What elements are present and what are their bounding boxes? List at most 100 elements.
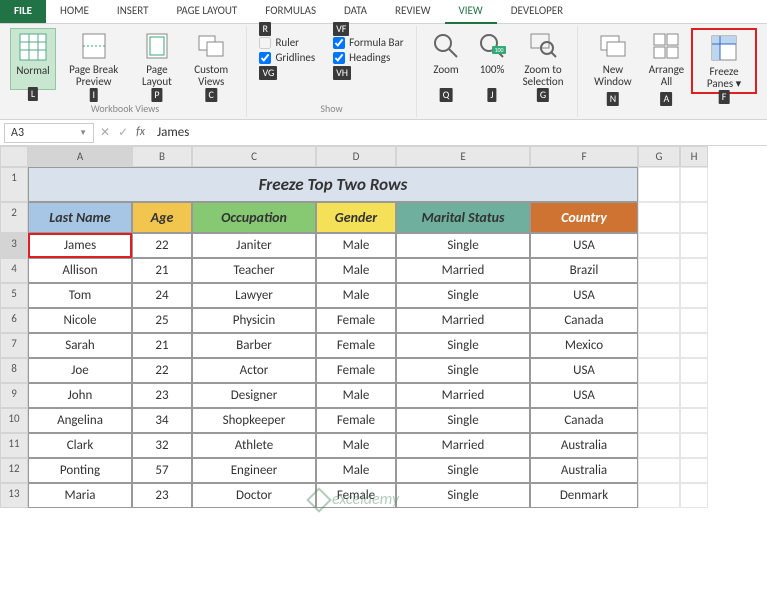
enter-icon[interactable]: ✓ (118, 125, 128, 140)
data-cell[interactable]: Athlete (192, 433, 316, 458)
col-header-C[interactable]: C (192, 146, 316, 167)
tab-view[interactable]: VIEW (445, 0, 497, 23)
row-header-9[interactable]: 9 (0, 383, 28, 408)
col-header-E[interactable]: E (396, 146, 530, 167)
fx-icon[interactable]: fx (136, 125, 145, 140)
row-header-13[interactable]: 13 (0, 483, 28, 508)
headings-checkbox[interactable]: HeadingsVH (333, 51, 403, 64)
row-header-6[interactable]: 6 (0, 308, 28, 333)
data-cell[interactable]: Physicin (192, 308, 316, 333)
cell-blank[interactable] (638, 433, 680, 458)
cell-blank[interactable] (638, 383, 680, 408)
page-layout-button[interactable]: Page Layout P (131, 28, 182, 90)
cell-blank[interactable] (680, 433, 708, 458)
data-cell[interactable]: Mexico (530, 333, 638, 358)
zoom-button[interactable]: Zoom Q (423, 28, 469, 90)
formula-input[interactable]: James (151, 123, 763, 142)
cell-blank[interactable] (638, 483, 680, 508)
data-cell[interactable]: 25 (132, 308, 192, 333)
data-cell[interactable]: Single (396, 358, 530, 383)
data-cell[interactable]: Female (316, 333, 396, 358)
data-cell[interactable]: Shopkeeper (192, 408, 316, 433)
data-cell[interactable]: Married (396, 383, 530, 408)
data-cell[interactable]: Australia (530, 433, 638, 458)
cell-blank[interactable] (638, 167, 680, 202)
data-cell[interactable]: Male (316, 383, 396, 408)
row-header-2[interactable]: 2 (0, 202, 28, 233)
tab-page-layout[interactable]: PAGE LAYOUT (162, 0, 251, 23)
new-window-button[interactable]: New Window N (584, 28, 642, 94)
cell-blank[interactable] (680, 458, 708, 483)
data-cell[interactable]: Australia (530, 458, 638, 483)
data-cell[interactable]: Maria (28, 483, 132, 508)
row-header-8[interactable]: 8 (0, 358, 28, 383)
cell-blank[interactable] (638, 202, 680, 233)
cell-blank[interactable] (680, 408, 708, 433)
data-cell[interactable]: USA (530, 383, 638, 408)
data-cell[interactable]: Nicole (28, 308, 132, 333)
data-cell[interactable]: Single (396, 408, 530, 433)
data-cell[interactable]: Angelina (28, 408, 132, 433)
data-cell[interactable]: Lawyer (192, 283, 316, 308)
data-cell[interactable]: Married (396, 308, 530, 333)
data-cell[interactable]: Engineer (192, 458, 316, 483)
data-cell[interactable]: Single (396, 483, 530, 508)
data-cell[interactable]: 57 (132, 458, 192, 483)
formula-bar-checkbox[interactable]: Formula BarVF (333, 36, 403, 49)
cell-blank[interactable] (638, 333, 680, 358)
tab-developer[interactable]: DEVELOPER (497, 0, 577, 23)
cell-blank[interactable] (638, 408, 680, 433)
table-header[interactable]: Marital Status (396, 202, 530, 233)
cell-blank[interactable] (638, 458, 680, 483)
row-header-11[interactable]: 11 (0, 433, 28, 458)
data-cell[interactable]: Allison (28, 258, 132, 283)
data-cell[interactable]: Designer (192, 383, 316, 408)
custom-views-button[interactable]: Custom Views C (182, 28, 240, 90)
data-cell[interactable]: Tom (28, 283, 132, 308)
tab-review[interactable]: REVIEW (381, 0, 445, 23)
cell-blank[interactable] (680, 167, 708, 202)
data-cell[interactable]: Female (316, 408, 396, 433)
data-cell[interactable]: James (28, 233, 132, 258)
normal-view-button[interactable]: Normal L (10, 28, 56, 90)
page-break-preview-button[interactable]: Page Break Preview I (56, 28, 131, 90)
data-cell[interactable]: Ponting (28, 458, 132, 483)
data-cell[interactable]: Female (316, 308, 396, 333)
data-cell[interactable]: Single (396, 458, 530, 483)
data-cell[interactable]: Denmark (530, 483, 638, 508)
select-all-corner[interactable] (0, 146, 28, 167)
table-header[interactable]: Age (132, 202, 192, 233)
data-cell[interactable]: Joe (28, 358, 132, 383)
col-header-F[interactable]: F (530, 146, 638, 167)
tab-formulas[interactable]: FORMULAS (251, 0, 330, 23)
col-header-B[interactable]: B (132, 146, 192, 167)
col-header-D[interactable]: D (316, 146, 396, 167)
cell-blank[interactable] (638, 283, 680, 308)
data-cell[interactable]: Canada (530, 308, 638, 333)
data-cell[interactable]: USA (530, 283, 638, 308)
data-cell[interactable]: Single (396, 283, 530, 308)
data-cell[interactable]: 24 (132, 283, 192, 308)
data-cell[interactable]: 34 (132, 408, 192, 433)
data-cell[interactable]: Male (316, 258, 396, 283)
row-header-5[interactable]: 5 (0, 283, 28, 308)
data-cell[interactable]: 32 (132, 433, 192, 458)
cell-blank[interactable] (680, 308, 708, 333)
data-cell[interactable]: 22 (132, 358, 192, 383)
data-cell[interactable]: Male (316, 433, 396, 458)
tab-insert[interactable]: INSERT (103, 0, 163, 23)
gridlines-checkbox[interactable]: GridlinesVG (259, 51, 315, 64)
cell-blank[interactable] (680, 358, 708, 383)
row-header-4[interactable]: 4 (0, 258, 28, 283)
cell-blank[interactable] (638, 358, 680, 383)
cell-blank[interactable] (638, 308, 680, 333)
data-cell[interactable]: Male (316, 283, 396, 308)
freeze-panes-button[interactable]: Freeze Panes ▾ F (691, 28, 757, 94)
cell-blank[interactable] (638, 258, 680, 283)
row-header-1[interactable]: 1 (0, 167, 28, 202)
tab-home[interactable]: HOME (46, 0, 103, 23)
row-header-3[interactable]: 3 (0, 233, 28, 258)
name-box[interactable]: A3▼ (4, 123, 94, 143)
tab-file[interactable]: FILE (0, 0, 46, 23)
data-cell[interactable]: John (28, 383, 132, 408)
